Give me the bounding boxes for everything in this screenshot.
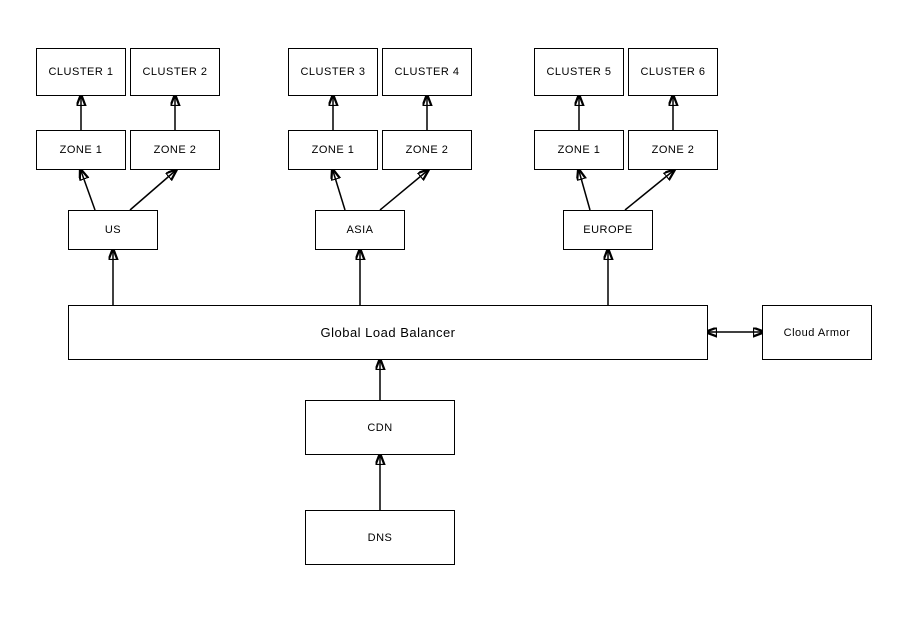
cluster3-box: CLUSTER 3 bbox=[288, 48, 378, 96]
glb-box: Global Load Balancer bbox=[68, 305, 708, 360]
cluster1-box: CLUSTER 1 bbox=[36, 48, 126, 96]
asia-box: ASIA bbox=[315, 210, 405, 250]
cloud-armor-box: Cloud Armor bbox=[762, 305, 872, 360]
cluster6-box: CLUSTER 6 bbox=[628, 48, 718, 96]
zone2-us-box: ZONE 2 bbox=[130, 130, 220, 170]
cluster4-box: CLUSTER 4 bbox=[382, 48, 472, 96]
zone1-asia-box: ZONE 1 bbox=[288, 130, 378, 170]
cluster5-box: CLUSTER 5 bbox=[534, 48, 624, 96]
architecture-diagram: CLUSTER 1 CLUSTER 2 CLUSTER 3 CLUSTER 4 … bbox=[0, 0, 911, 639]
cluster2-box: CLUSTER 2 bbox=[130, 48, 220, 96]
zone2-asia-box: ZONE 2 bbox=[382, 130, 472, 170]
zone1-us-box: ZONE 1 bbox=[36, 130, 126, 170]
europe-box: EUROPE bbox=[563, 210, 653, 250]
cdn-box: CDN bbox=[305, 400, 455, 455]
zone1-eu-box: ZONE 1 bbox=[534, 130, 624, 170]
zone2-eu-box: ZONE 2 bbox=[628, 130, 718, 170]
us-box: US bbox=[68, 210, 158, 250]
dns-box: DNS bbox=[305, 510, 455, 565]
